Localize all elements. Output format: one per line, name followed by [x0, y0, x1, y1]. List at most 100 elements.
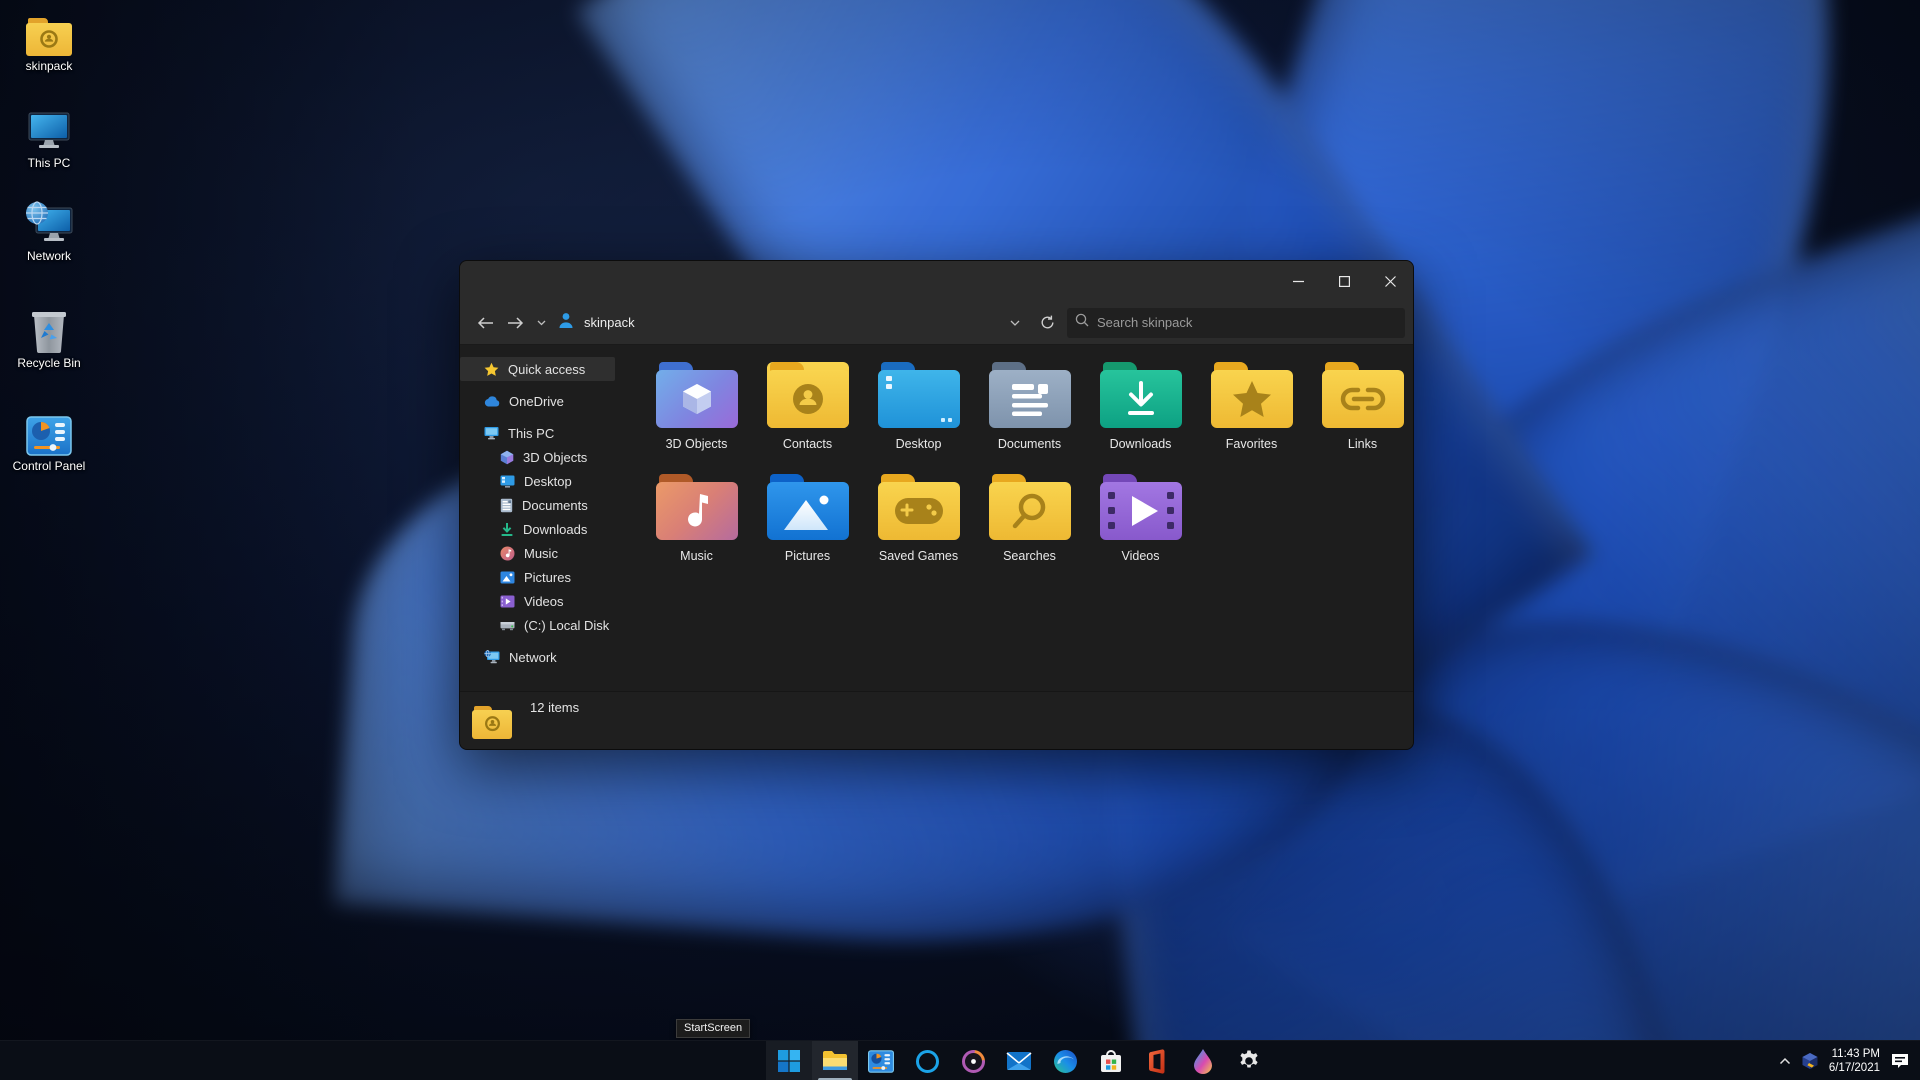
sidebar-item-pictures[interactable]: Pictures — [460, 565, 641, 589]
taskbar-item-edge[interactable] — [1042, 1041, 1088, 1080]
cortana-ring-icon — [915, 1049, 939, 1073]
folder-tile-contacts[interactable]: Contacts — [752, 362, 863, 474]
sidebar-item-desktop[interactable]: Desktop — [460, 469, 641, 493]
star-icon — [484, 362, 499, 376]
folder-tile-links[interactable]: Links — [1307, 362, 1413, 474]
folder-tile-downloads[interactable]: Downloads — [1085, 362, 1196, 474]
folder-magnifier-icon — [988, 474, 1071, 540]
taskbar-item-control-panel[interactable] — [858, 1041, 904, 1080]
refresh-icon[interactable] — [1033, 308, 1061, 338]
sidebar-item-videos[interactable]: Videos — [460, 589, 641, 613]
monitor-icon — [484, 427, 499, 440]
close-button[interactable] — [1367, 261, 1413, 301]
dial-ring-icon — [961, 1049, 985, 1073]
taskbar-item-start[interactable] — [766, 1041, 812, 1080]
file-explorer-icon — [823, 1051, 847, 1070]
sidebar-item-onedrive[interactable]: OneDrive — [460, 389, 641, 413]
taskbar: 11:43 PM 6/17/2021 — [0, 1040, 1920, 1080]
desktop-icon-network[interactable]: Network — [6, 198, 92, 263]
taskbar-item-settings[interactable] — [1226, 1041, 1272, 1080]
search-input[interactable] — [1097, 315, 1397, 330]
sidebar-item-music[interactable]: Music — [460, 541, 641, 565]
minimize-button[interactable] — [1275, 261, 1321, 301]
folder-mountain-icon — [766, 474, 849, 540]
folder-play-filmstrip-icon — [1099, 474, 1182, 540]
folder-tile-favorites[interactable]: Favorites — [1196, 362, 1307, 474]
folder-tile-saved-games[interactable]: Saved Games — [863, 474, 974, 586]
sidebar-item-this-pc[interactable]: This PC — [460, 421, 641, 445]
sidebar-item-3d-objects[interactable]: 3D Objects — [460, 445, 641, 469]
desktop-icon-skinpack[interactable]: skinpack — [6, 8, 92, 73]
folder-tile-pictures[interactable]: Pictures — [752, 474, 863, 586]
show-hidden-icons-chevron-icon[interactable] — [1779, 1057, 1791, 1065]
folder-tile-searches[interactable]: Searches — [974, 474, 1085, 586]
office-o-icon — [1148, 1048, 1165, 1074]
desktop-icon-control-panel[interactable]: Control Panel — [6, 408, 92, 473]
download-icon — [501, 522, 513, 536]
recycle-bin-icon — [6, 305, 92, 353]
gear-icon — [1240, 1050, 1258, 1068]
taskbar-item-office[interactable] — [1134, 1041, 1180, 1080]
taskbar-item-cortana[interactable] — [904, 1041, 950, 1080]
taskbar-item-paint3d[interactable] — [1180, 1041, 1226, 1080]
folder-music-note-icon — [655, 474, 738, 540]
folder-tile-3d-objects[interactable]: 3D Objects — [641, 362, 752, 474]
folder-tile-desktop[interactable]: Desktop — [863, 362, 974, 474]
taskbar-clock[interactable]: 11:43 PM 6/17/2021 — [1829, 1047, 1880, 1075]
document-icon — [500, 498, 513, 512]
desktop-icon — [500, 475, 515, 488]
start-tooltip: StartScreen — [676, 1019, 751, 1038]
address-text: skinpack — [584, 315, 635, 330]
folder-gamepad-icon — [877, 474, 960, 540]
edge-swirl-icon — [1053, 1049, 1077, 1073]
taskbar-item-store[interactable] — [1088, 1041, 1134, 1080]
folder-tile-videos[interactable]: Videos — [1085, 474, 1196, 586]
titlebar — [460, 261, 1413, 301]
desktop: skinpack This PC Network Recycle Bin Con… — [0, 0, 1920, 1080]
windows-start-icon — [778, 1050, 800, 1072]
mail-envelope-icon — [1006, 1052, 1032, 1070]
maximize-button[interactable] — [1321, 261, 1367, 301]
network-icon — [484, 650, 500, 664]
folder-tile-documents[interactable]: Documents — [974, 362, 1085, 474]
sidebar-item-network[interactable]: Network — [460, 645, 641, 669]
address-bar[interactable]: skinpack — [552, 312, 1003, 334]
address-dropdown-chevron-icon[interactable] — [1003, 308, 1027, 338]
desktop-icon-this-pc[interactable]: This PC — [6, 105, 92, 170]
desktop-icon-label: skinpack — [25, 59, 73, 73]
taskbar-item-mail[interactable] — [996, 1041, 1042, 1080]
navigation-pane: Quick access OneDrive This PC 3D Objects — [460, 345, 641, 691]
folder-down-arrow-icon — [1099, 362, 1182, 428]
folder-star-icon — [1210, 362, 1293, 428]
folder-chain-link-icon — [1321, 362, 1404, 428]
folder-tile-music[interactable]: Music — [641, 474, 752, 586]
notification-center-icon[interactable] — [1890, 1051, 1910, 1071]
forward-button[interactable] — [500, 308, 530, 338]
tray-date: 6/17/2021 — [1828, 1062, 1880, 1074]
taskbar-item-file-explorer[interactable] — [812, 1041, 858, 1080]
user-folder-icon — [472, 706, 512, 739]
folder-3d-cube-icon — [655, 362, 738, 428]
item-count: 12 items — [530, 700, 580, 715]
cube-icon — [500, 450, 514, 464]
folder-contents: 3D Objects Contacts Desktop Documents Do… — [641, 345, 1413, 691]
desktop-icon-recycle-bin[interactable]: Recycle Bin — [6, 305, 92, 370]
folder-user-icon — [558, 312, 574, 334]
search-box[interactable] — [1067, 307, 1405, 338]
folder-document-lines-icon — [988, 362, 1071, 428]
taskbar-icon-group — [766, 1041, 1272, 1080]
user-folder-icon — [6, 8, 92, 56]
sidebar-item-documents[interactable]: Documents — [460, 493, 641, 517]
network-globe-monitor-icon — [6, 198, 92, 246]
taskbar-item-music-dial[interactable] — [950, 1041, 996, 1080]
recent-locations-chevron-icon[interactable] — [530, 308, 552, 338]
back-button[interactable] — [470, 308, 500, 338]
monitor-icon — [6, 105, 92, 153]
virtualbox-tray-icon[interactable] — [1801, 1052, 1819, 1071]
sidebar-item-downloads[interactable]: Downloads — [460, 517, 641, 541]
control-panel-tile-icon — [868, 1049, 894, 1073]
desktop-icon-label: This PC — [27, 156, 71, 170]
sidebar-item-quick-access[interactable]: Quick access — [460, 357, 615, 381]
store-bag-icon — [1101, 1049, 1121, 1072]
sidebar-item-c-local-disk[interactable]: (C:) Local Disk — [460, 613, 641, 637]
